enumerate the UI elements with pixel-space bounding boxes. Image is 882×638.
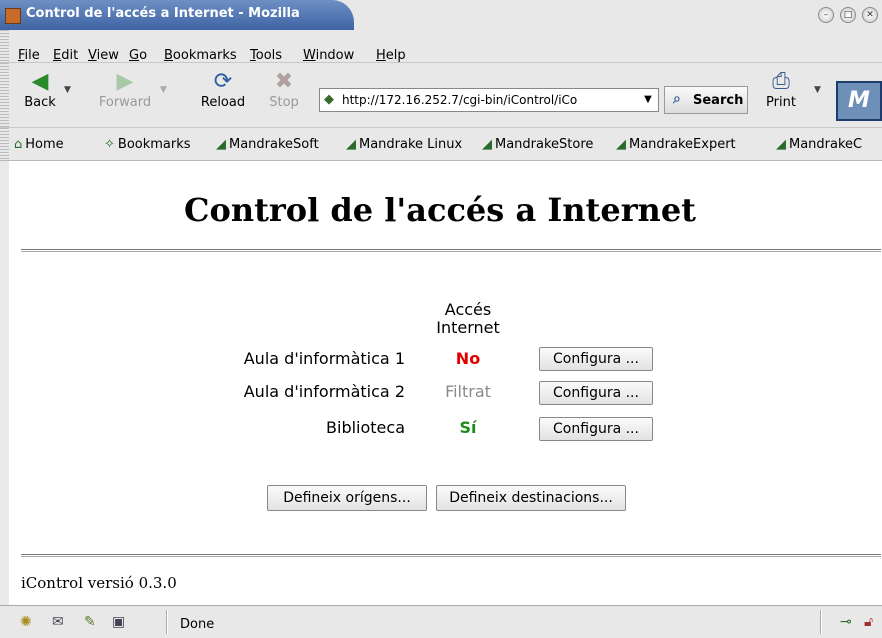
url-dropdown-icon[interactable]: ▼: [640, 91, 656, 109]
mozilla-app-icon: [5, 8, 21, 24]
bookmark-label: Home: [25, 137, 64, 152]
reload-label: Reload: [200, 95, 246, 110]
forward-arrow-icon: ▶: [116, 69, 134, 94]
online-status-icon[interactable]: ⊸: [840, 614, 852, 630]
define-origins-button[interactable]: Defineix orígens...: [267, 485, 427, 511]
composer-icon[interactable]: ✎: [84, 614, 96, 630]
forward-label: Forward: [98, 95, 152, 110]
status-aula-2: Filtrat: [445, 382, 491, 401]
define-destinations-button[interactable]: Defineix destinacions...: [436, 485, 626, 511]
address-book-icon[interactable]: ▣: [112, 614, 125, 630]
back-label: Back: [24, 95, 56, 110]
close-icon[interactable]: ✕: [862, 7, 878, 23]
column-header-line-2: Internet: [436, 318, 500, 337]
print-button[interactable]: ⎙ Print: [764, 69, 798, 110]
column-header-line-1: Accés: [444, 300, 492, 319]
bookmark-label: Bookmarks: [117, 137, 191, 152]
search-label: Search: [693, 93, 744, 108]
bookmark-mandrakeexpert[interactable]: ◢ MandrakeExpert: [616, 137, 736, 152]
bookmark-link-icon: ◢: [482, 137, 492, 152]
menu-file[interactable]: File: [18, 48, 40, 63]
menu-edit[interactable]: Edit: [53, 48, 78, 63]
menu-tools[interactable]: Tools: [250, 48, 282, 63]
horizontal-rule: [21, 249, 881, 251]
bookmark-link-icon: ◢: [346, 137, 356, 152]
menu-bar: File Edit View Go Bookmarks Tools Window…: [0, 30, 882, 63]
menu-go[interactable]: Go: [129, 48, 147, 63]
row-label-aula-2: Aula d'informàtica 2: [243, 382, 405, 401]
status-divider: [166, 610, 168, 634]
menu-bookmarks[interactable]: Bookmarks: [164, 48, 237, 63]
bookmark-label: MandrakeStore: [495, 137, 594, 152]
site-icon: ◆: [324, 92, 334, 107]
mandrake-logo[interactable]: M: [836, 81, 882, 121]
row-label-biblioteca: Biblioteca: [326, 418, 405, 437]
bookmark-link-icon: ◢: [776, 137, 786, 152]
print-label: Print: [766, 95, 796, 110]
navigator-icon[interactable]: ✺: [20, 614, 32, 630]
column-header-internet-access: Accés Internet: [423, 301, 513, 337]
configure-aula-2-button[interactable]: Configura ...: [539, 381, 653, 405]
toolbar-grip[interactable]: [0, 128, 9, 160]
security-lock-icon[interactable]: 🔓︎: [864, 614, 873, 630]
forward-button[interactable]: ▶ Forward: [94, 69, 156, 110]
reload-icon: ⟳: [213, 69, 233, 94]
menu-window[interactable]: Window: [303, 48, 354, 63]
mail-icon[interactable]: ✉: [52, 614, 64, 630]
back-dropdown-icon[interactable]: ▼: [64, 85, 71, 95]
menu-view[interactable]: View: [88, 48, 119, 63]
search-icon: ⌕: [673, 91, 681, 107]
bookmark-label: Mandrake Linux: [359, 137, 463, 152]
window-title-tab: Control de l'accés a Internet - Mozilla: [0, 0, 354, 30]
status-text: Done: [180, 617, 215, 632]
back-arrow-icon: ◀: [31, 69, 49, 94]
status-divider: [820, 610, 822, 634]
bookmark-label: MandrakeSoft: [229, 137, 319, 152]
back-button[interactable]: ◀ Back: [18, 69, 62, 110]
home-icon: ⌂: [14, 137, 23, 152]
configure-aula-1-button[interactable]: Configura ...: [539, 347, 653, 371]
bookmark-bookmarks[interactable]: ✧ Bookmarks: [104, 137, 191, 152]
status-biblioteca: Sí: [459, 418, 477, 437]
stop-button[interactable]: ✖ Stop: [262, 69, 306, 110]
maximize-icon[interactable]: □: [840, 7, 856, 23]
bookmark-label: MandrakeExpert: [629, 137, 736, 152]
stop-label: Stop: [269, 95, 299, 110]
forward-dropdown-icon[interactable]: ▼: [160, 85, 167, 95]
window-title: Control de l'accés a Internet - Mozilla: [26, 6, 300, 21]
version-footer: iControl versió 0.3.0: [21, 574, 177, 592]
printer-icon: ⎙: [772, 69, 790, 94]
bookmark-mandrakec[interactable]: ◢ MandrakeC: [776, 137, 862, 152]
navigation-toolbar: ◀ Back ▼ ▶ Forward ▼ ⟳ Reload ✖ Stop ◆ h…: [0, 63, 882, 128]
minimize-icon[interactable]: –: [818, 7, 834, 23]
bookmark-link-icon: ◢: [216, 137, 226, 152]
bookmark-mandrake-linux[interactable]: ◢ Mandrake Linux: [346, 137, 462, 152]
bookmark-link-icon: ◢: [616, 137, 626, 152]
reload-button[interactable]: ⟳ Reload: [190, 69, 256, 110]
configure-biblioteca-button[interactable]: Configura ...: [539, 417, 653, 441]
search-button[interactable]: ⌕ Search: [664, 86, 748, 114]
status-bar: ✺ ✉ ✎ ▣ Done ⊸ 🔓︎: [0, 605, 882, 638]
stop-icon: ✖: [274, 69, 294, 94]
menu-help[interactable]: Help: [376, 48, 406, 63]
toolbar-grip[interactable]: [0, 30, 9, 62]
toolbar-grip[interactable]: [0, 63, 9, 127]
bookmark-mandrakestore[interactable]: ◢ MandrakeStore: [482, 137, 593, 152]
bookmark-home[interactable]: ⌂ Home: [14, 137, 64, 152]
bookmark-mandrakesoft[interactable]: ◢ MandrakeSoft: [216, 137, 319, 152]
bookmarks-toolbar: ⌂ Home ✧ Bookmarks ◢ MandrakeSoft ◢ Mandrake…: [0, 128, 882, 161]
url-text[interactable]: http://172.16.252.7/cgi-bin/iControl/iCo: [342, 93, 634, 107]
page-content: Control de l'accés a Internet Accés Inte…: [9, 161, 882, 605]
horizontal-rule: [21, 554, 881, 556]
status-aula-1: No: [455, 349, 481, 368]
print-dropdown-icon[interactable]: ▼: [814, 85, 821, 95]
title-bar: Control de l'accés a Internet - Mozilla …: [0, 0, 882, 30]
row-label-aula-1: Aula d'informàtica 1: [243, 349, 405, 368]
bookmarks-icon: ✧: [104, 137, 115, 152]
url-field[interactable]: ◆ http://172.16.252.7/cgi-bin/iControl/i…: [319, 88, 659, 112]
bookmark-label: MandrakeC: [789, 137, 863, 152]
page-title: Control de l'accés a Internet: [184, 191, 696, 229]
